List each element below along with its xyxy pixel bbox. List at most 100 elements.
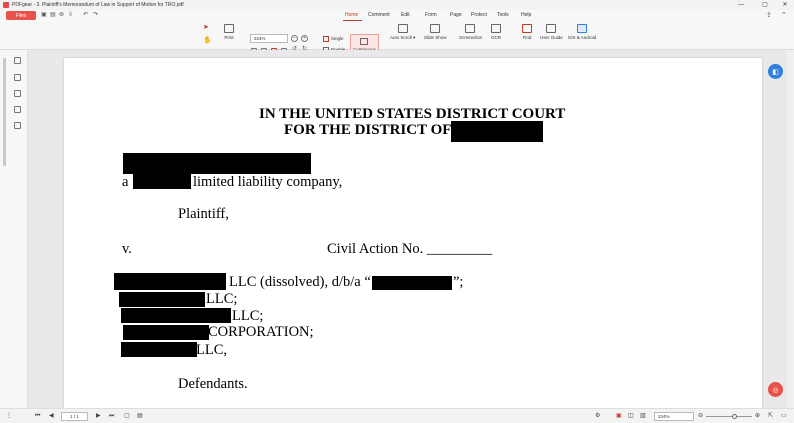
files-label: Files — [15, 12, 27, 19]
zoom-value: 224% — [254, 36, 266, 41]
last-page-icon[interactable]: ⏭ — [109, 413, 114, 420]
single-view-icon[interactable]: ▣ — [616, 413, 622, 420]
share-icon[interactable]: ⊚ — [59, 11, 64, 20]
llc-company-text: limited liability company, — [193, 174, 343, 190]
app-logo-icon — [3, 2, 9, 8]
menu-tools[interactable]: Tools — [497, 11, 509, 20]
court-heading-line2: FOR THE DISTRICT OF — [284, 122, 452, 138]
single-label: Single — [331, 36, 344, 41]
versus-label: v. — [122, 241, 132, 257]
screenshot-label: Screenshot — [459, 35, 482, 40]
ios-android-label: iOS & Android — [568, 35, 597, 40]
scissors-icon — [465, 24, 476, 33]
minimize-button[interactable]: — — [734, 0, 748, 10]
ocr-icon — [491, 24, 501, 33]
files-button[interactable]: Files — [6, 11, 36, 20]
more-options-icon[interactable]: ▭ — [781, 413, 787, 420]
previous-page-icon[interactable]: ◀ — [49, 413, 54, 420]
zoom-input[interactable]: 224% — [250, 34, 288, 43]
ocr-label: OCR — [491, 35, 501, 40]
select-cursor-icon[interactable]: ➤ — [203, 23, 209, 32]
display-settings-icon[interactable]: ⚙ — [595, 413, 600, 420]
hand-tool-icon[interactable]: ✋ — [203, 36, 212, 45]
page-indicator: 1 / 1 — [70, 414, 79, 419]
print-quick-icon[interactable]: ▤ — [50, 11, 56, 20]
feedback-icon[interactable]: ◎ — [768, 382, 783, 397]
attachment-icon[interactable] — [14, 122, 21, 129]
share-top-icon[interactable]: ⇪ — [766, 11, 772, 20]
next-page-icon[interactable]: ▶ — [96, 413, 101, 420]
user-guide-button[interactable]: User Guide — [540, 24, 563, 40]
menu-home[interactable]: Home — [345, 11, 358, 20]
defendant3-text: LLC; — [232, 308, 264, 324]
screenshot-button[interactable]: Screenshot — [459, 24, 482, 40]
redaction-dba — [372, 276, 452, 290]
redo-icon[interactable]: ↷ — [93, 11, 98, 20]
page-layout-icon[interactable]: ▤ — [137, 413, 143, 420]
single-page-icon — [323, 35, 329, 42]
status-zoom-in-icon[interactable]: ⊕ — [755, 413, 760, 420]
thumbnails-icon[interactable] — [14, 74, 21, 81]
line-a: a — [122, 174, 129, 190]
page-number-input[interactable]: 1 / 1 — [61, 412, 88, 421]
slide-show-button[interactable]: Slide Show — [424, 24, 447, 40]
ocr-button[interactable]: OCR — [491, 24, 501, 40]
fit-screen-icon[interactable]: ⇱ — [768, 413, 773, 420]
status-zoom-out-icon[interactable]: ⊖ — [698, 413, 703, 420]
slide-show-label: Slide Show — [424, 35, 447, 40]
ai-assistant-icon[interactable]: ◧ — [768, 64, 783, 79]
maximize-button[interactable]: ▢ — [758, 0, 772, 10]
close-button[interactable]: ✕ — [778, 0, 792, 10]
vertical-scrollbar[interactable] — [787, 50, 794, 408]
menu-comment[interactable]: Comment — [368, 11, 390, 20]
zoom-in-icon[interactable]: + — [301, 35, 308, 42]
status-bar: ⋮ ⏮ ◀ 1 / 1 ▶ ⏭ ▢ ▤ ⚙ ▣ ◫ ▥ 224% ⊖ ⊕ ⇱ ▭ — [0, 408, 794, 423]
status-zoom-input[interactable]: 224% — [654, 412, 694, 421]
single-page-button[interactable]: Single — [320, 34, 347, 43]
civil-action-label: Civil Action No. _________ — [327, 241, 493, 257]
menu-edit[interactable]: Edit — [401, 11, 410, 20]
defendant1-text: LLC (dissolved), d/b/a “ — [229, 274, 371, 290]
find-icon — [522, 24, 532, 33]
first-page-icon[interactable]: ⏮ — [35, 413, 40, 420]
zoom-slider[interactable] — [706, 414, 752, 419]
print-button[interactable]: Print — [224, 24, 234, 40]
auto-scroll-icon — [397, 24, 408, 33]
zoom-out-icon[interactable]: − — [291, 35, 298, 42]
double-view-icon[interactable]: ◫ — [628, 413, 634, 420]
user-guide-label: User Guide — [540, 35, 563, 40]
printer-icon — [224, 24, 234, 33]
plaintiff-label: Plaintiff, — [178, 206, 229, 222]
pdf-page: IN THE UNITED STATES DISTRICT COURT FOR … — [64, 58, 762, 408]
undo-icon[interactable]: ↶ — [83, 11, 88, 20]
menu-help[interactable]: Help — [521, 11, 531, 20]
bookmark-icon[interactable] — [14, 57, 21, 64]
ios-android-button[interactable]: iOS & Android — [568, 24, 596, 40]
find-button[interactable]: Find — [522, 24, 532, 40]
ribbon-toolbar: Files ▣ ▤ ⊚ ⇩ ↶ ↷ Home Comment Edit Form… — [0, 10, 794, 54]
redaction-district — [451, 121, 543, 142]
menu-page[interactable]: Page — [450, 11, 462, 20]
defendant1-end: ”; — [453, 274, 464, 290]
comments-icon[interactable] — [14, 90, 21, 97]
document-canvas: IN THE UNITED STATES DISTRICT COURT FOR … — [28, 50, 794, 408]
sidebar-scrollbar[interactable] — [3, 58, 6, 166]
redaction-plaintiff-name — [123, 153, 311, 174]
auto-scroll-button[interactable]: Auto Scroll ▾ — [390, 24, 415, 41]
menu-protect[interactable]: Protect — [471, 11, 487, 20]
download-icon[interactable]: ⇩ — [68, 11, 73, 20]
collapse-sidebar-icon[interactable]: ⋮ — [6, 413, 12, 420]
mobile-app-icon — [577, 24, 588, 33]
save-icon[interactable]: ▣ — [41, 11, 47, 20]
redaction-defendant5 — [121, 342, 197, 357]
menu-form[interactable]: Form — [425, 11, 437, 20]
slide-show-icon — [430, 24, 441, 33]
user-guide-icon — [546, 24, 557, 33]
continuous-view-icon[interactable]: ▥ — [640, 413, 646, 420]
signature-icon[interactable] — [14, 106, 21, 113]
zoom-slider-knob[interactable] — [732, 414, 737, 419]
window-title: PDFgear - 3. Plaintiff's Memorandum of L… — [12, 2, 184, 8]
page-view-icon[interactable]: ▢ — [124, 413, 130, 420]
collapse-ribbon-icon[interactable]: ⌃ — [781, 11, 787, 20]
redaction-defendant3 — [121, 308, 231, 323]
